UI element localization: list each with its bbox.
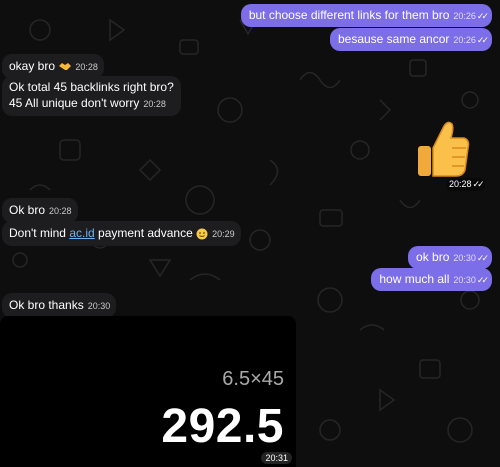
message-time: 20:26 <box>453 35 476 45</box>
message-time: 20:30 <box>453 275 476 285</box>
calculator-result: 292.5 <box>161 400 284 453</box>
read-checkmarks-icon: ✓✓ <box>476 253 489 263</box>
thumbs-up-sticker-icon[interactable] <box>416 118 470 182</box>
message-incoming[interactable]: Don't mind ac.id payment advance 20:29 <box>2 221 241 246</box>
sticker-time-badge: 20:28✓✓ <box>446 178 485 191</box>
message-incoming[interactable]: Ok bro thanks 20:30 <box>2 293 117 318</box>
message-text: besause same ancor <box>337 32 450 46</box>
message-text: how much all <box>379 272 450 286</box>
message-text: but choose different links for them bro <box>248 8 450 22</box>
smile-emoji-icon <box>196 228 208 240</box>
message-text: ok bro <box>416 250 450 264</box>
message-time: 20:28 <box>449 179 472 189</box>
message-time: 20:28 <box>143 99 166 109</box>
message-text: Ok bro thanks <box>9 298 84 312</box>
message-outgoing[interactable]: but choose different links for them bro 2… <box>240 4 492 27</box>
message-text: Don't mind <box>9 226 70 240</box>
calculator-expression: 6.5×45 <box>222 368 284 390</box>
message-text: Ok bro <box>9 203 46 217</box>
message-incoming[interactable]: Ok total 45 backlinks right bro? 45 All … <box>2 76 181 116</box>
message-text-line2: 45 All unique don't worry <box>9 96 140 110</box>
message-link[interactable]: ac.id <box>69 226 94 240</box>
message-outgoing[interactable]: besause same ancor 20:26✓✓ <box>329 28 492 51</box>
message-time: 20:29 <box>212 229 235 239</box>
read-checkmarks-icon: ✓✓ <box>476 11 489 21</box>
message-outgoing[interactable]: how much all 20:30✓✓ <box>371 268 492 291</box>
message-time: 20:28 <box>49 206 72 216</box>
read-checkmarks-icon: ✓✓ <box>476 35 489 45</box>
read-checkmarks-icon: ✓✓ <box>472 179 485 189</box>
message-time: 20:30 <box>453 253 476 263</box>
handshake-icon <box>59 63 72 71</box>
message-text: okay bro <box>9 59 56 73</box>
message-time: 20:31 <box>261 452 292 464</box>
message-text-line1: Ok total 45 backlinks right bro? <box>9 80 174 94</box>
image-attachment[interactable]: 6.5×45 292.5 20:31 <box>0 316 296 467</box>
message-incoming[interactable]: Ok bro 20:28 <box>2 198 78 223</box>
read-checkmarks-icon: ✓✓ <box>476 275 489 285</box>
message-text: payment advance <box>94 226 193 240</box>
message-time: 20:30 <box>87 301 111 311</box>
message-time: 20:26 <box>453 11 476 21</box>
message-time: 20:28 <box>75 62 98 72</box>
message-outgoing[interactable]: ok bro 20:30✓✓ <box>408 246 492 269</box>
